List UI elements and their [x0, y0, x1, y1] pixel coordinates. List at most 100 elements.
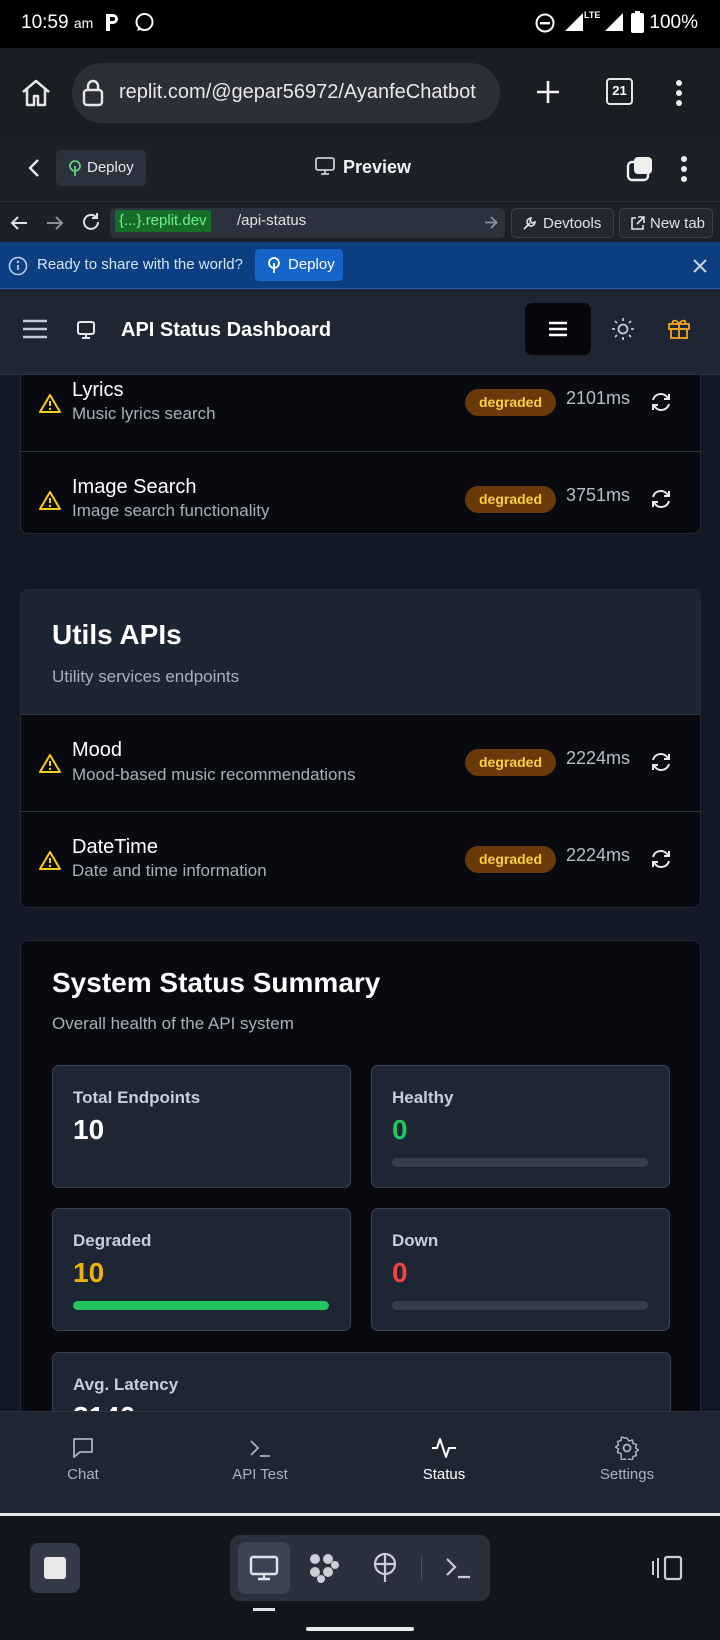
nav-label: Status — [422, 1466, 466, 1483]
stat-total-endpoints: Total Endpoints 10 — [52, 1065, 351, 1188]
replit-header: Deploy Preview — [0, 136, 720, 202]
page-title: API Status Dashboard — [121, 319, 332, 341]
tab-switcher-button[interactable]: 21 — [606, 78, 633, 105]
stat-label: Total Endpoints — [73, 1088, 201, 1107]
forward-arrow-icon[interactable] — [46, 215, 64, 231]
stat-down: Down 0 — [371, 1208, 670, 1331]
degraded-progress — [73, 1301, 329, 1310]
tabs-stack-icon[interactable] — [626, 156, 654, 182]
refresh-icon[interactable] — [650, 391, 672, 413]
endpoint-desc: Date and time information — [72, 861, 267, 880]
more-vert-icon[interactable] — [680, 155, 688, 183]
stat-value: 0 — [392, 1257, 408, 1288]
external-link-icon — [631, 216, 645, 230]
content-area[interactable]: Lyrics Music lyrics search degraded 2101… — [0, 375, 720, 1411]
wrench-icon — [523, 217, 536, 230]
refresh-icon[interactable] — [650, 488, 672, 510]
preview-monitor-icon — [249, 1555, 279, 1581]
menu-button[interactable] — [525, 303, 591, 355]
back-arrow-icon[interactable] — [10, 215, 28, 231]
deploy-icon — [69, 160, 81, 176]
split-view-icon[interactable] — [651, 1555, 683, 1581]
stat-label: Degraded — [73, 1231, 152, 1250]
refresh-icon[interactable] — [650, 848, 672, 870]
menu-icon — [549, 321, 567, 337]
close-icon[interactable] — [692, 258, 708, 274]
nav-chat[interactable]: Chat — [23, 1436, 143, 1484]
go-arrow-icon[interactable] — [484, 216, 498, 229]
down-progress — [392, 1301, 648, 1310]
address-path: /api-status — [237, 212, 307, 229]
home-indicator[interactable] — [306, 1627, 414, 1631]
nav-label: Settings — [599, 1466, 655, 1483]
summary-title: System Status Summary — [52, 967, 381, 998]
battery-percent: 100% — [649, 12, 698, 33]
chat-icon — [73, 1438, 93, 1458]
status-badge: degraded — [465, 486, 556, 513]
gift-icon[interactable] — [667, 316, 691, 340]
endpoint-name: Mood — [72, 739, 123, 761]
stat-healthy: Healthy 0 — [371, 1065, 670, 1188]
stat-value: 2140 — [73, 1401, 135, 1411]
nav-api-test[interactable]: API Test — [200, 1436, 320, 1484]
devtools-button[interactable]: Devtools — [511, 208, 614, 238]
deploy-button[interactable]: Deploy — [56, 150, 146, 186]
app-logo-icon — [77, 321, 95, 339]
latency: 2224ms — [566, 748, 631, 768]
battery-icon — [631, 11, 644, 33]
home-icon[interactable] — [20, 78, 52, 108]
stat-degraded: Degraded 10 — [52, 1208, 351, 1331]
back-chevron-icon[interactable] — [28, 158, 40, 178]
banner-text: Ready to share with the world? — [37, 256, 243, 273]
browser-toolbar: replit.com/@gepar56972/AyanfeChatbot 21 — [0, 48, 720, 136]
address-host: {...}.replit.dev — [115, 210, 211, 232]
status-badge: degraded — [465, 846, 556, 873]
refresh-icon[interactable] — [650, 751, 672, 773]
endpoint-name: Image Search — [72, 476, 197, 498]
status-summary-card: System Status Summary Overall health of … — [20, 940, 701, 1411]
signal-icon — [565, 13, 583, 31]
endpoint-row: Lyrics Music lyrics search degraded 2101… — [21, 375, 700, 452]
deploy-label: Deploy — [87, 159, 134, 176]
clock: 10:59 am — [21, 12, 94, 33]
endpoint-row: Image Search Image search functionality … — [21, 453, 700, 533]
stat-value: 10 — [73, 1114, 105, 1145]
banner-deploy-label: Deploy — [288, 256, 335, 273]
new-tab-label: New tab — [650, 215, 706, 232]
stat-avg-latency: Avg. Latency 2140 — [52, 1352, 671, 1411]
endpoint-row: Mood Mood-based music recommendations de… — [21, 716, 700, 812]
nav-status[interactable]: Status — [384, 1436, 504, 1484]
warning-icon — [39, 754, 61, 773]
latency: 2224ms — [566, 845, 631, 865]
reload-icon[interactable] — [81, 212, 101, 232]
sun-icon[interactable] — [611, 317, 635, 341]
nav-settings[interactable]: Settings — [567, 1436, 687, 1484]
endpoint-list-card: Lyrics Music lyrics search degraded 2101… — [20, 375, 701, 534]
hamburger-icon[interactable] — [22, 318, 48, 340]
tool-divider — [421, 1556, 422, 1580]
warning-icon — [39, 491, 61, 510]
lock-icon — [82, 79, 104, 107]
endpoint-name: Lyrics — [72, 379, 124, 401]
shell-icon[interactable] — [444, 1556, 472, 1580]
banner-deploy-button[interactable]: Deploy — [255, 249, 343, 281]
healthy-progress — [392, 1158, 648, 1167]
webview-nav: Devtools New tab — [0, 202, 720, 242]
bottom-nav: Chat API Test Status Settings — [0, 1411, 720, 1515]
endpoint-desc: Mood-based music recommendations — [72, 765, 356, 784]
parking-app-icon — [106, 14, 118, 31]
more-vert-icon[interactable] — [675, 79, 683, 107]
status-badge: degraded — [465, 389, 556, 416]
workspace-icon[interactable] — [308, 1552, 340, 1584]
stat-label: Healthy — [392, 1088, 454, 1107]
nav-label: Chat — [67, 1466, 99, 1483]
preview-title: Preview — [343, 157, 412, 177]
status-bar: 10:59 am LTE 100% — [0, 0, 720, 48]
deploy-tool-icon[interactable] — [371, 1552, 399, 1582]
url-text[interactable]: replit.com/@gepar56972/AyanfeChatbot — [119, 81, 476, 104]
new-tab-icon[interactable] — [536, 80, 560, 104]
new-tab-button[interactable]: New tab — [619, 208, 713, 238]
summary-subtitle: Overall health of the API system — [52, 1014, 294, 1033]
stat-value: 0 — [392, 1114, 408, 1145]
stat-label: Down — [392, 1231, 439, 1250]
